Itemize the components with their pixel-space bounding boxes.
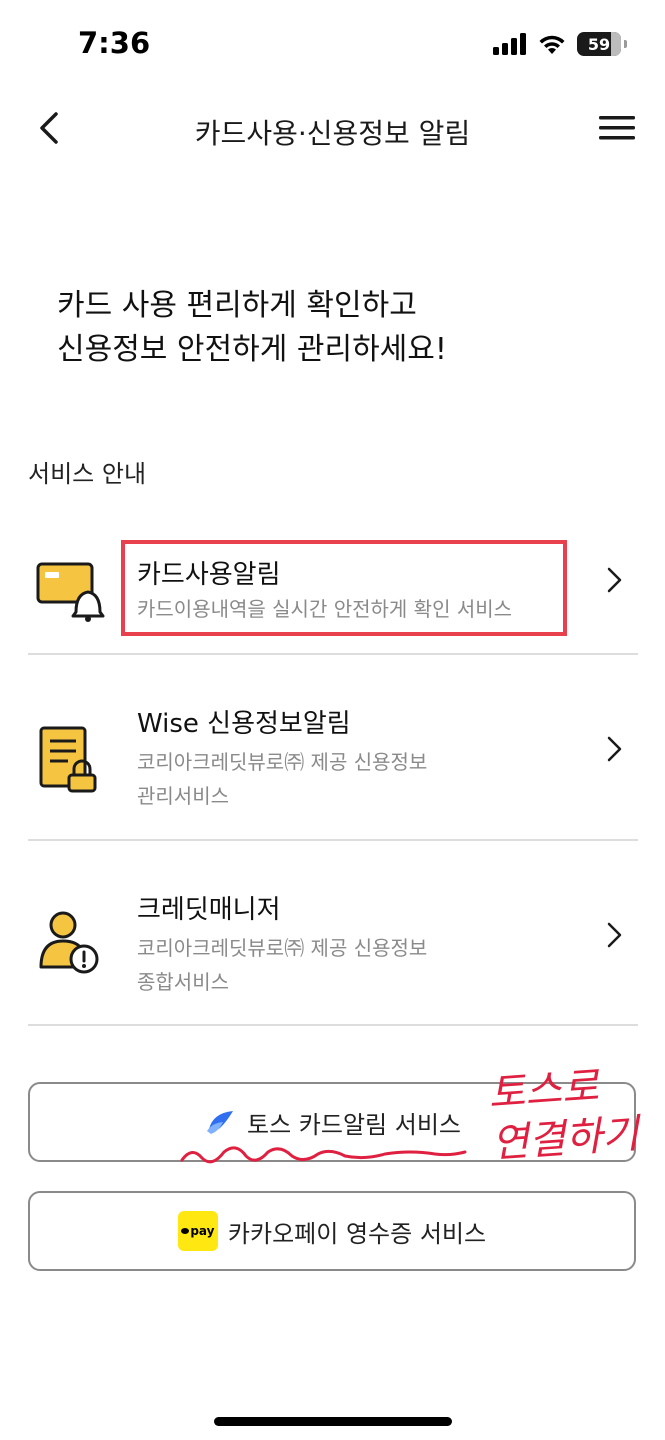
toss-button-label: 토스 카드알림 서비스 <box>247 1110 461 1139</box>
status-time: 7:36 <box>78 26 151 60</box>
handwritten-note-line-2: 연결하기 <box>490 1110 641 1168</box>
kakaopay-logo-text: pay <box>190 1224 215 1238</box>
service-desc: 코리아크레딧뷰로㈜ 제공 신용정보 <box>137 750 428 774</box>
service-title: Wise 신용정보알림 <box>137 709 351 739</box>
kakaopay-logo-icon: pay <box>177 1211 218 1251</box>
headline-line-1: 카드 사용 편리하게 확인하고 <box>57 288 417 323</box>
divider <box>28 1024 638 1026</box>
service-row-credit-manager[interactable]: 크레딧매니저 코리아크레딧뷰로㈜ 제공 신용정보 종합서비스 <box>0 841 665 1026</box>
chevron-right-icon <box>607 736 622 762</box>
cellular-signal-icon <box>493 33 526 55</box>
person-alert-icon <box>39 911 99 974</box>
hamburger-menu-icon[interactable] <box>599 112 635 144</box>
kakaopay-receipt-button[interactable]: pay 카카오페이 영수증 서비스 <box>28 1191 636 1271</box>
service-row-wise-credit[interactable]: Wise 신용정보알림 코리아크레딧뷰로㈜ 제공 신용정보 관리서비스 <box>0 655 665 840</box>
handwritten-note: 토스로 연결하기 <box>487 1059 644 1169</box>
handwritten-underline <box>180 1146 467 1164</box>
kakao-button-label: 카카오페이 영수증 서비스 <box>227 1219 487 1248</box>
service-desc-2: 관리서비스 <box>137 784 229 808</box>
card-bell-icon <box>36 562 105 622</box>
home-indicator <box>214 1417 452 1426</box>
page-title: 카드사용·신용정보 알림 <box>194 117 471 150</box>
section-label: 서비스 안내 <box>28 460 147 488</box>
status-icons: 59 <box>493 32 627 56</box>
toss-logo-icon <box>207 1111 233 1134</box>
highlight-box <box>121 540 567 636</box>
chevron-right-icon <box>607 567 622 593</box>
service-desc-2: 종합서비스 <box>137 970 229 994</box>
wifi-icon <box>539 35 565 54</box>
service-title: 크레딧매니저 <box>137 895 281 925</box>
chevron-right-icon <box>607 922 622 948</box>
headline: 카드 사용 편리하게 확인하고 신용정보 안전하게 관리하세요! <box>57 284 447 372</box>
headline-line-2: 신용정보 안전하게 관리하세요! <box>57 332 447 367</box>
document-lock-icon <box>39 726 97 793</box>
battery-level: 59 <box>587 34 611 54</box>
service-desc: 코리아크레딧뷰로㈜ 제공 신용정보 <box>137 936 428 960</box>
battery-icon: 59 <box>577 32 627 56</box>
